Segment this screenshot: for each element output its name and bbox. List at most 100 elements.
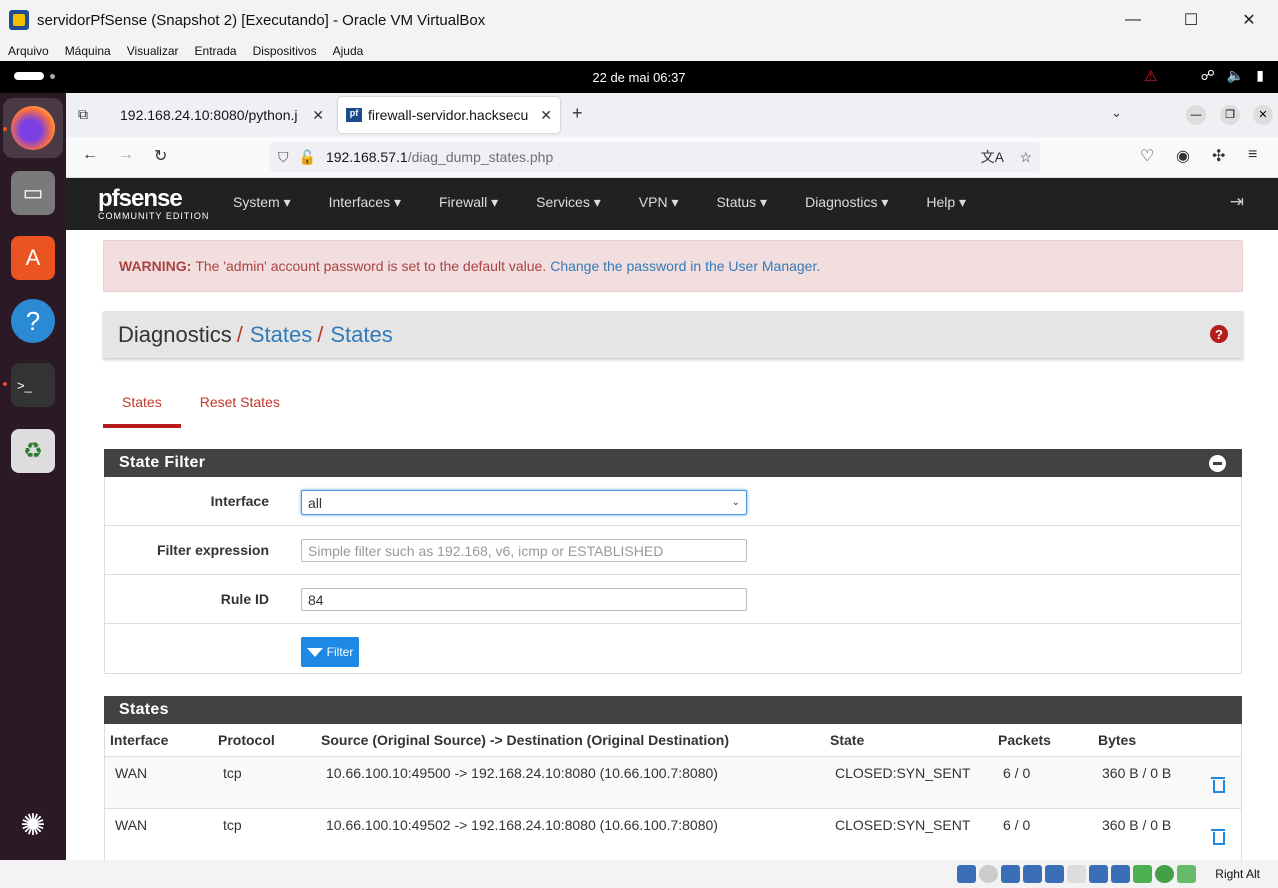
firefox-restore-button[interactable]: ❐ — [1220, 105, 1240, 125]
files-icon[interactable]: ▭ — [11, 171, 55, 215]
dock-running-indicator — [3, 127, 7, 131]
cpu-icon[interactable] — [1133, 865, 1152, 883]
minimize-button[interactable]: — — [1104, 0, 1162, 40]
nav-vpn[interactable]: VPN ▾ — [639, 194, 679, 211]
breadcrumb-separator: / — [317, 321, 324, 347]
interface-select[interactable]: all ⌄ — [301, 490, 747, 515]
filter-expression-row: Filter expression Simple filter such as … — [105, 526, 1241, 575]
maximize-button[interactable]: ☐ — [1162, 0, 1220, 40]
browser-nav-bar: ← → ↻ ⛉ 🔓 192.168.57.1 /diag_dump_states… — [66, 137, 1278, 178]
hamburger-menu-icon[interactable]: ≡ — [1248, 146, 1257, 164]
volume-icon[interactable]: 🔈 — [1227, 67, 1244, 84]
nav-system[interactable]: System ▾ — [233, 194, 291, 211]
delete-state-icon[interactable] — [1211, 777, 1225, 793]
breadcrumb-diagnostics: Diagnostics — [118, 321, 232, 347]
nav-interfaces[interactable]: Interfaces ▾ — [329, 194, 401, 211]
cell-source-dest: 10.66.100.10:49502 -> 192.168.24.10:8080… — [326, 817, 718, 833]
filter-icon — [306, 647, 323, 657]
cell-state: CLOSED:SYN_SENT — [835, 817, 971, 833]
forward-icon[interactable]: → — [118, 146, 134, 164]
close-tab-icon[interactable]: ✕ — [540, 107, 552, 124]
firefox-close-button[interactable]: ✕ — [1253, 105, 1273, 125]
display-icon[interactable] — [1089, 865, 1108, 883]
terminal-icon[interactable]: >_ — [11, 363, 55, 407]
menu-arquivo[interactable]: Arquivo — [8, 44, 49, 58]
mouse-integration-icon[interactable] — [1177, 865, 1196, 883]
delete-state-icon[interactable] — [1211, 829, 1225, 845]
help-app-icon[interactable]: ? — [11, 299, 55, 343]
menu-dispositivos[interactable]: Dispositivos — [253, 44, 317, 58]
account-icon[interactable]: ◉ — [1176, 146, 1190, 166]
cell-protocol: tcp — [223, 765, 242, 781]
usb-icon[interactable] — [1045, 865, 1064, 883]
clock[interactable]: 22 de mai 06:37 — [0, 70, 1278, 85]
tab-overflow-chevron-icon[interactable]: ⌄ — [1111, 105, 1122, 121]
cell-source-dest: 10.66.100.10:49500 -> 192.168.24.10:8080… — [326, 765, 718, 781]
interface-row: Interface all ⌄ — [105, 477, 1241, 526]
states-header: States — [104, 696, 1242, 724]
cell-bytes: 360 B / 0 B — [1102, 817, 1172, 833]
close-tab-icon[interactable]: ✕ — [312, 107, 324, 124]
help-icon[interactable]: ? — [1210, 325, 1228, 343]
tab-title: 192.168.24.10:8080/python.j — [120, 107, 298, 123]
nav-diagnostics[interactable]: Diagnostics ▾ — [805, 194, 888, 211]
hdd-icon[interactable] — [957, 865, 976, 883]
vbox-menu-bar: Arquivo Máquina Visualizar Entrada Dispo… — [0, 40, 1278, 61]
pfsense-navbar: pfsense COMMUNITY EDITION System ▾ Inter… — [66, 178, 1278, 230]
recording-icon[interactable] — [1111, 865, 1130, 883]
subtabs: States Reset States — [103, 388, 299, 428]
trash-icon[interactable]: ♻ — [11, 429, 55, 473]
url-bar[interactable]: ⛉ 🔓 192.168.57.1 /diag_dump_states.php 文… — [270, 142, 1040, 172]
nav-firewall[interactable]: Firewall ▾ — [439, 194, 498, 211]
bookmark-star-icon[interactable]: ☆ — [1019, 149, 1032, 166]
menu-visualizar[interactable]: Visualizar — [127, 44, 179, 58]
network-adapter-icon[interactable] — [1023, 865, 1042, 883]
audio-icon[interactable] — [1001, 865, 1020, 883]
insecure-lock-icon[interactable]: 🔓 — [299, 149, 316, 166]
tab-states[interactable]: States — [103, 388, 181, 428]
guest-additions-icon[interactable] — [1155, 865, 1174, 883]
rule-id-label: Rule ID — [220, 591, 269, 607]
filter-expression-input[interactable]: Simple filter such as 192.168, v6, icmp … — [301, 539, 747, 562]
col-packets: Packets — [998, 732, 1051, 748]
show-apps-icon[interactable]: ✺ — [11, 803, 55, 847]
tab-firewall[interactable]: pf firewall-servidor.hacksecu ✕ — [338, 97, 560, 133]
optical-drive-icon[interactable] — [979, 865, 998, 883]
reload-icon[interactable]: ↻ — [154, 146, 167, 166]
vbox-status-bar: Right Alt — [0, 860, 1278, 888]
nav-status[interactable]: Status ▾ — [716, 194, 767, 211]
shield-icon[interactable]: ⛉ — [278, 149, 289, 166]
menu-maquina[interactable]: Máquina — [65, 44, 111, 58]
change-password-link[interactable]: Change the password in the User Manager. — [550, 258, 820, 274]
extensions-icon[interactable]: ✣ — [1212, 146, 1225, 166]
nav-help[interactable]: Help ▾ — [926, 194, 966, 211]
menu-ajuda[interactable]: Ajuda — [333, 44, 364, 58]
menu-entrada[interactable]: Entrada — [195, 44, 237, 58]
filter-expression-label: Filter expression — [156, 542, 269, 558]
nav-services[interactable]: Services ▾ — [536, 194, 601, 211]
network-icon[interactable]: ☍ — [1201, 67, 1215, 84]
logout-icon[interactable]: ⇥ — [1230, 192, 1244, 212]
battery-icon[interactable]: ▮ — [1256, 67, 1264, 84]
warning-icon[interactable]: ⚠ — [1144, 67, 1157, 85]
pocket-icon[interactable]: ♡ — [1140, 146, 1154, 166]
states-title: States — [119, 701, 169, 718]
rule-id-input[interactable]: 84 — [301, 588, 747, 611]
firefox-icon[interactable] — [11, 106, 55, 150]
tab-python[interactable]: 192.168.24.10:8080/python.j ✕ — [112, 97, 332, 133]
breadcrumb-states-current[interactable]: States — [330, 322, 392, 348]
pfsense-logo[interactable]: pfsense COMMUNITY EDITION — [98, 185, 209, 221]
alert-label: WARNING: — [119, 258, 192, 274]
close-button[interactable]: ✕ — [1220, 0, 1278, 40]
firefox-minimize-button[interactable]: — — [1186, 105, 1206, 125]
breadcrumb-states-link[interactable]: States — [250, 322, 312, 348]
new-tab-button[interactable]: + — [572, 103, 583, 124]
tab-list-icon[interactable]: ⧉ — [78, 106, 88, 123]
filter-button[interactable]: Filter — [301, 637, 359, 667]
collapse-icon[interactable] — [1209, 455, 1226, 472]
app-center-icon[interactable]: A — [11, 236, 55, 280]
translate-icon[interactable]: 文A — [981, 147, 1004, 167]
tab-reset-states[interactable]: Reset States — [181, 388, 299, 428]
shared-folders-icon[interactable] — [1067, 865, 1086, 883]
back-icon[interactable]: ← — [82, 146, 98, 164]
